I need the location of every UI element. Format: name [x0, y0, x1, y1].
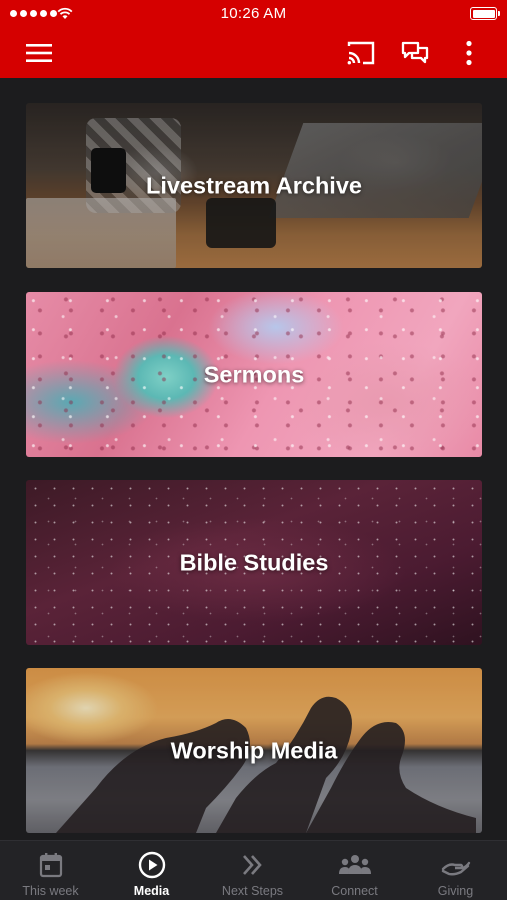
card-title: Livestream Archive	[146, 172, 362, 198]
card-title: Bible Studies	[179, 549, 329, 575]
tab-label: Giving	[437, 884, 474, 898]
cast-icon	[347, 41, 375, 65]
status-time: 10:26 AM	[220, 5, 287, 22]
card-sermons[interactable]: Sermons	[26, 292, 482, 457]
card-worship-media[interactable]: Worship Media	[26, 668, 482, 833]
status-bar: 10:26 AM	[0, 0, 507, 28]
more-options-button[interactable]	[451, 35, 487, 71]
tab-media[interactable]: Media	[101, 841, 202, 900]
media-list: Livestream Archive Sermons Bible Studies…	[0, 78, 507, 840]
bottom-tab-bar: This week Media Next Steps Connect Givin…	[0, 840, 507, 900]
card-title: Worship Media	[170, 737, 338, 763]
tab-connect[interactable]: Connect	[304, 841, 405, 900]
people-icon	[338, 855, 371, 874]
tab-label: Next Steps	[221, 884, 284, 898]
play-circle-icon	[138, 851, 165, 879]
tab-label: This week	[22, 884, 79, 898]
chat-icon	[401, 41, 429, 64]
card-title: Sermons	[203, 361, 305, 387]
app-bar	[0, 28, 507, 78]
chat-button[interactable]	[397, 35, 433, 71]
card-bible-studies[interactable]: Bible Studies	[26, 480, 482, 645]
battery-icon	[470, 7, 500, 20]
menu-button[interactable]	[21, 35, 57, 71]
tab-label: Media	[133, 884, 170, 898]
tab-this-week[interactable]: This week	[0, 841, 101, 900]
calendar-icon	[39, 853, 62, 878]
tab-next-steps[interactable]: Next Steps	[202, 841, 303, 900]
giving-hand-icon	[441, 861, 470, 876]
more-vert-icon	[466, 40, 472, 66]
cast-button[interactable]	[343, 35, 379, 71]
tab-giving[interactable]: Giving	[405, 841, 506, 900]
chevrons-right-icon	[242, 855, 262, 875]
tab-label: Connect	[331, 884, 378, 898]
menu-icon	[26, 44, 52, 62]
card-livestream-archive[interactable]: Livestream Archive	[26, 103, 482, 268]
